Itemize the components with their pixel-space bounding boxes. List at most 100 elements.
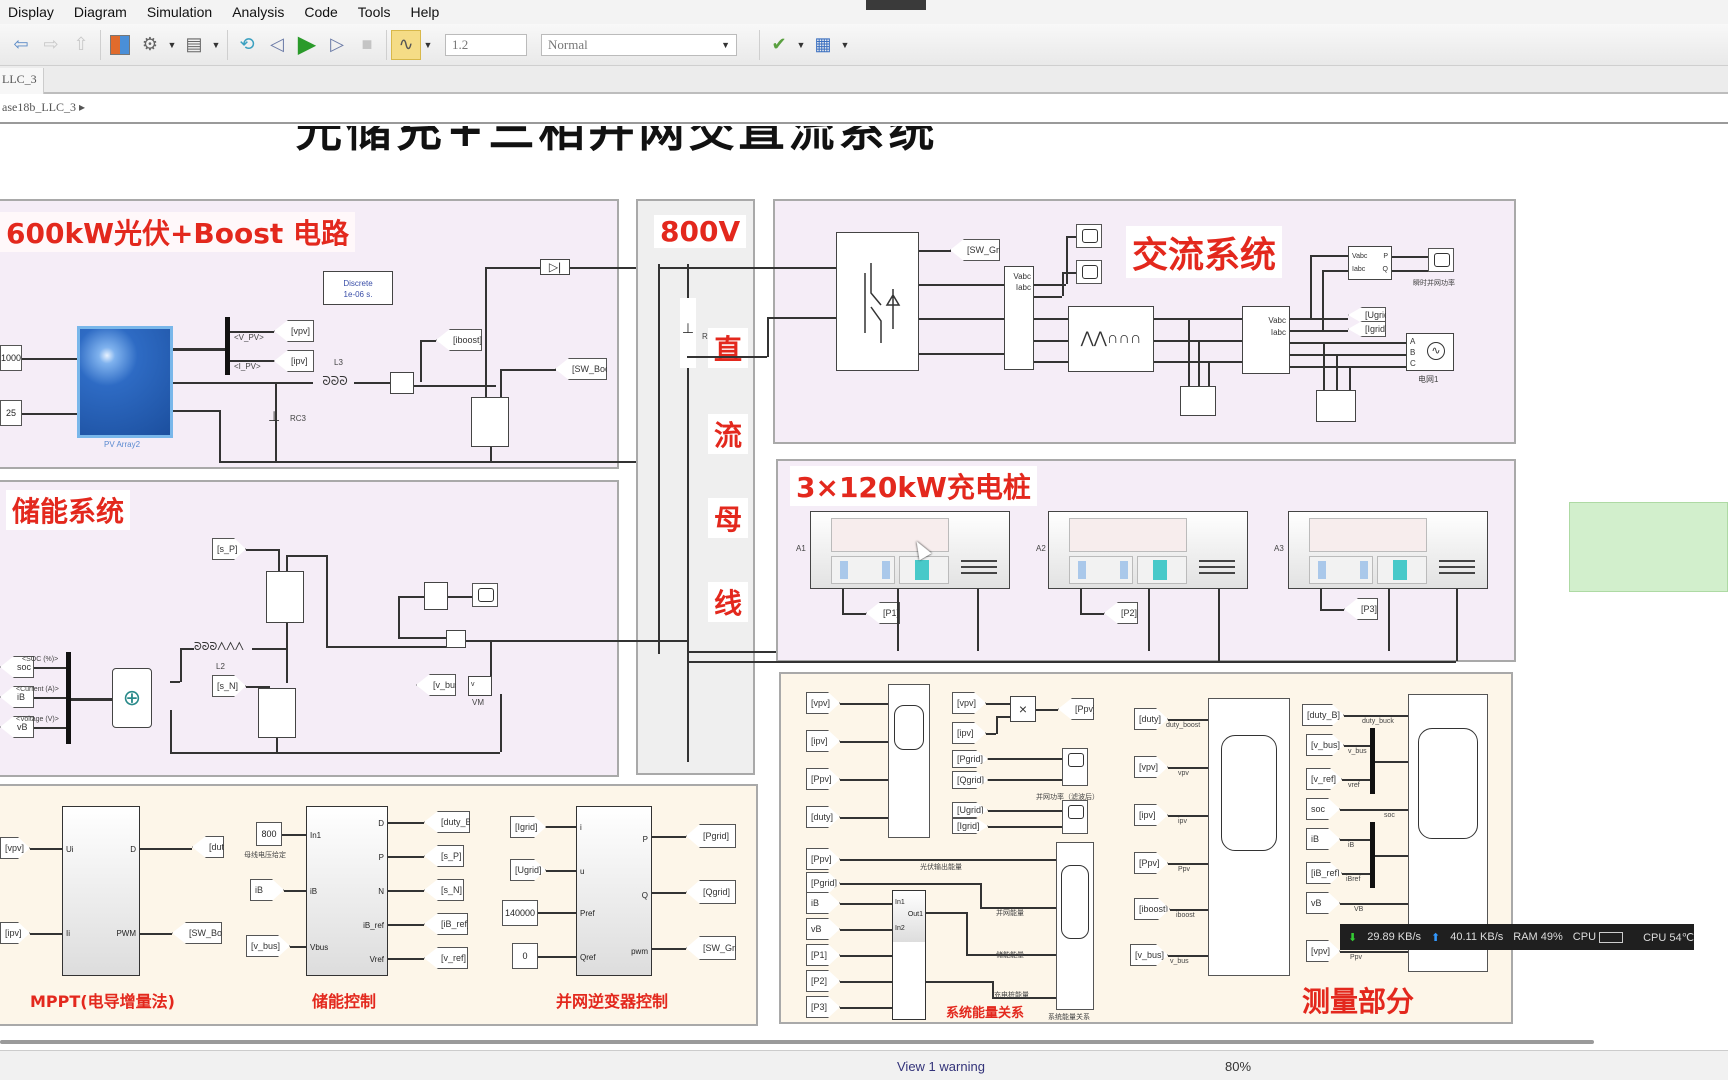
explorer-dropdown[interactable]: ▼: [209, 30, 223, 60]
wire: [1062, 272, 1064, 296]
menu-display[interactable]: Display: [0, 4, 64, 20]
lower-igbt[interactable]: [258, 688, 296, 738]
menu-analysis[interactable]: Analysis: [222, 4, 294, 20]
port-c: C: [1410, 359, 1416, 368]
storage-control-block[interactable]: In1 iB Vbus D P N iB_ref Vref: [306, 806, 388, 976]
settings-dropdown[interactable]: ▼: [165, 30, 179, 60]
shunt-capacitor-1[interactable]: [1180, 386, 1216, 416]
wire: [1323, 342, 1325, 392]
menu-simulation[interactable]: Simulation: [137, 4, 222, 20]
horizontal-scrollbar[interactable]: [0, 1040, 1594, 1044]
build-dropdown[interactable]: ▼: [838, 30, 852, 60]
wire: [1170, 909, 1208, 911]
grid-source-label: 电网1: [1418, 375, 1439, 384]
energy-scope[interactable]: [1056, 842, 1094, 1010]
data-inspector-button[interactable]: ∿: [391, 29, 421, 60]
pv-scope[interactable]: [888, 684, 930, 838]
wire: [170, 681, 180, 683]
menu-code[interactable]: Code: [294, 4, 347, 20]
scope-vabc[interactable]: [1076, 224, 1102, 248]
storage-scope[interactable]: [472, 583, 498, 607]
grid-inverter-control-block[interactable]: i u Pref Qref P Q pwm: [576, 806, 652, 976]
port-qref: Qref: [580, 953, 596, 962]
dc-bus-area: [636, 199, 755, 775]
wire: [919, 353, 1004, 355]
back-button[interactable]: ⇦: [6, 30, 36, 60]
upper-igbt[interactable]: [266, 571, 304, 623]
stop-time-input[interactable]: 1.2: [445, 33, 527, 56]
model-advisor-button[interactable]: ✔: [764, 30, 794, 60]
wire: [420, 340, 436, 342]
charger-a2-block[interactable]: [1048, 511, 1248, 589]
grid-pq-scope[interactable]: [1062, 748, 1088, 786]
step-forward-button[interactable]: ▷: [322, 30, 352, 60]
simulation-mode-select[interactable]: Normal ▼: [541, 33, 737, 56]
scope-iabc[interactable]: [1076, 260, 1102, 284]
update-diagram-button[interactable]: ⟲: [232, 30, 262, 60]
boost-igbt[interactable]: [471, 397, 509, 447]
wire: [34, 727, 66, 729]
vi-measurement-2[interactable]: Vabc Iabc: [1242, 306, 1290, 374]
advisor-dropdown[interactable]: ▼: [794, 30, 808, 60]
run-button[interactable]: ▶: [292, 30, 322, 60]
grid-ui-scope[interactable]: [1062, 800, 1088, 834]
grid-inverter-block[interactable]: [836, 232, 919, 371]
cpu-text: CPU: [1572, 931, 1597, 943]
wire: [354, 382, 390, 384]
current-measurement[interactable]: [446, 630, 466, 648]
capacitor-rc3[interactable]: ⊥: [268, 408, 282, 430]
model-explorer-button[interactable]: ▤: [179, 30, 209, 60]
boost-scope[interactable]: [1208, 698, 1290, 976]
gain-block[interactable]: [424, 582, 448, 610]
power-scope[interactable]: [1428, 248, 1454, 272]
grid-source-block[interactable]: A B C ∿: [1406, 333, 1454, 371]
forward-button[interactable]: ⇨: [36, 30, 66, 60]
pv-array-block[interactable]: [77, 326, 173, 438]
wire: [276, 738, 278, 752]
dc-bus-capacitor[interactable]: ⊥: [680, 298, 696, 368]
current-sensor[interactable]: [390, 372, 414, 394]
port-n: N: [378, 887, 384, 896]
mppt-block[interactable]: Ui Ii D PWM: [62, 806, 140, 976]
qref-constant[interactable]: 0: [512, 943, 538, 969]
tab-model[interactable]: LLC_3: [0, 68, 44, 94]
wire: [840, 817, 888, 819]
power-calc-block[interactable]: Vabc P Iabc Q: [1348, 246, 1392, 280]
build-button[interactable]: ▦: [808, 30, 838, 60]
up-button[interactable]: ⇧: [66, 30, 96, 60]
boost-diode[interactable]: ▷|: [540, 259, 570, 275]
vi-measurement-1[interactable]: Vabc Iabc: [1004, 266, 1034, 370]
chevron-down-icon: ▼: [423, 39, 433, 50]
inspector-dropdown[interactable]: ▼: [421, 30, 435, 60]
step-back-button[interactable]: ◁: [262, 30, 292, 60]
pref-constant[interactable]: 140000: [502, 900, 538, 926]
wire: [538, 956, 576, 958]
product-block[interactable]: ×: [1010, 696, 1036, 722]
library-browser-button[interactable]: [105, 30, 135, 60]
settings-button[interactable]: ⚙: [135, 30, 165, 60]
charger-a3-block[interactable]: [1288, 511, 1488, 589]
inductor-l2[interactable]: ᘐᘐᘐ⋀⋀⋀: [194, 642, 252, 654]
rl-filter-block[interactable]: ⋀⋀∩∩∩: [1068, 306, 1154, 372]
charger-a3-label: A3: [1274, 544, 1284, 553]
wire: [1080, 613, 1104, 615]
menu-help[interactable]: Help: [400, 4, 449, 20]
menu-tools[interactable]: Tools: [348, 4, 401, 20]
warning-link[interactable]: View 1 warning: [897, 1059, 985, 1074]
shunt-capacitor-2[interactable]: [1316, 390, 1356, 422]
menu-diagram[interactable]: Diagram: [64, 4, 137, 20]
wire: [230, 360, 274, 362]
wire: [173, 382, 313, 384]
stop-button[interactable]: ■: [352, 30, 382, 60]
bus-voltage-constant[interactable]: 800: [256, 822, 282, 846]
inductor-l3[interactable]: ᘐᘐᘐ: [316, 375, 354, 388]
solver-config-block[interactable]: Discrete 1e-06 s.: [323, 271, 393, 305]
voltage-measurement[interactable]: v: [468, 676, 492, 696]
battery-block[interactable]: ⊕: [112, 668, 152, 728]
charger-a1-block[interactable]: [810, 511, 1010, 589]
temperature-constant[interactable]: 25: [0, 400, 22, 426]
irradiance-constant[interactable]: 1000: [0, 345, 22, 371]
breadcrumb[interactable]: ase18b_LLC_3 ▸: [0, 96, 87, 118]
energy-calc-block[interactable]: In1 In2 Out1: [892, 890, 926, 1020]
offscreen-subsystem-block[interactable]: [1569, 502, 1728, 592]
